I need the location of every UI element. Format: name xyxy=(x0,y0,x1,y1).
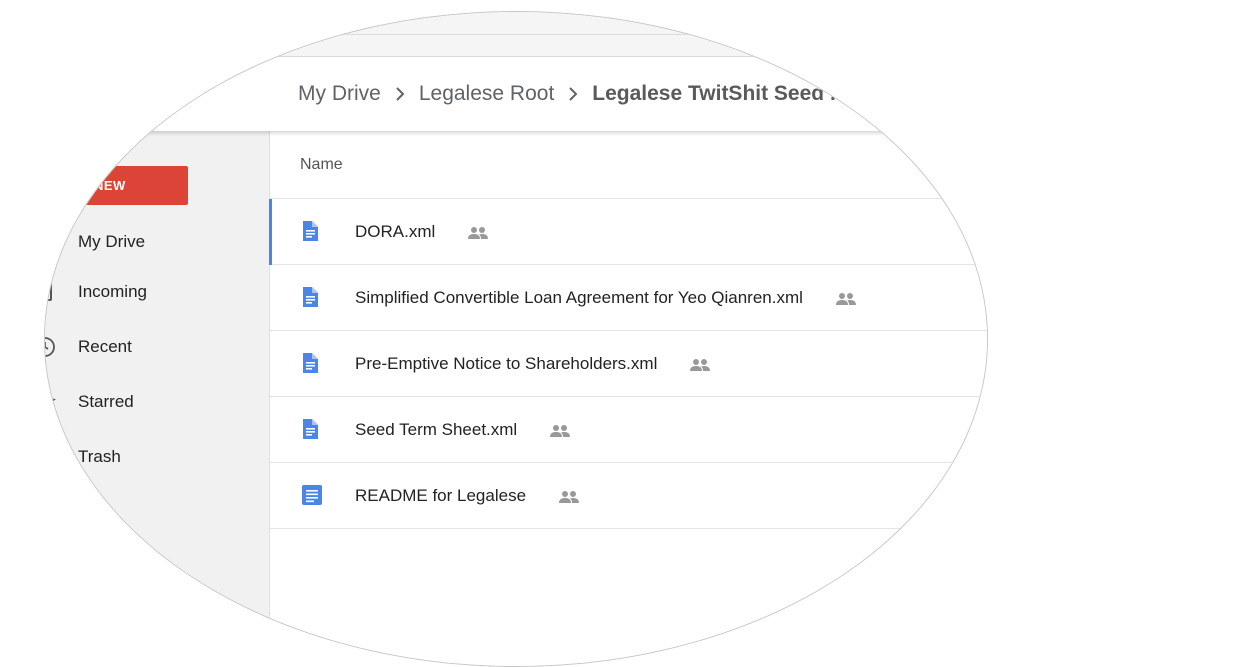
chevron-right-icon xyxy=(554,79,592,109)
file-icon xyxy=(301,418,323,442)
file-name: README for Legalese xyxy=(355,485,527,505)
shared-people-icon xyxy=(558,489,580,504)
star-icon xyxy=(45,391,56,413)
breadcrumb-legalese-root[interactable]: Legalese Root xyxy=(419,82,554,106)
drive-icon xyxy=(45,231,56,253)
file-name: Simplified Convertible Loan Agreement fo… xyxy=(355,287,803,307)
file-name: Pre-Emptive Notice to Shareholders.xml xyxy=(355,353,658,373)
file-name-cell: README for Legalese xyxy=(355,486,580,506)
sidebar-item-recent[interactable]: Recent xyxy=(45,327,269,367)
breadcrumb-my-drive[interactable]: My Drive xyxy=(298,82,381,106)
sidebar-item-label: Trash xyxy=(78,447,121,466)
table-row[interactable]: Pre-Emptive Notice to Shareholders.xml xyxy=(270,331,987,397)
docs-icon xyxy=(301,484,323,508)
file-icon xyxy=(301,220,323,244)
file-name-cell: DORA.xml xyxy=(355,222,489,242)
file-name-cell: Pre-Emptive Notice to Shareholders.xml xyxy=(355,354,711,374)
sidebar-item-incoming[interactable]: Incoming xyxy=(45,272,269,312)
sidebar-item-label: Starred xyxy=(78,392,134,411)
chevron-right-icon xyxy=(381,79,419,109)
incoming-icon xyxy=(45,281,56,303)
column-header: Name xyxy=(270,131,987,199)
sidebar-item-my-drive[interactable]: My Drive xyxy=(45,222,269,262)
new-button[interactable]: NEW xyxy=(60,166,188,205)
table-row[interactable]: DORA.xml xyxy=(269,199,987,265)
divider xyxy=(45,34,987,35)
sidebar-item-label: My Drive xyxy=(78,232,146,251)
clock-icon xyxy=(45,336,56,358)
table-row[interactable]: README for Legalese xyxy=(270,463,987,529)
magnified-view: My Drive Legalese Root Legalese TwitShit… xyxy=(45,12,987,666)
file-name: DORA.xml xyxy=(355,221,436,241)
trash-icon xyxy=(45,446,56,468)
table-row[interactable]: Simplified Convertible Loan Agreement fo… xyxy=(270,265,987,331)
file-list: Name DORA.xml Simplified Convertible Loa… xyxy=(269,131,987,666)
sidebar-item-label: Incoming xyxy=(78,282,147,301)
file-name: Seed Term Sheet.xml xyxy=(355,419,518,439)
breadcrumb-bar: My Drive Legalese Root Legalese TwitShit… xyxy=(45,57,987,131)
sidebar-item-starred[interactable]: Starred xyxy=(45,382,269,422)
sidebar: NEW My Drive Incoming Recent Starred Tra… xyxy=(45,131,270,666)
breadcrumb-current-folder[interactable]: Legalese TwitShit Seed . xyxy=(592,82,836,106)
shared-people-icon xyxy=(689,357,711,372)
shared-people-icon xyxy=(835,291,857,306)
shared-people-icon xyxy=(549,423,571,438)
file-name-cell: Seed Term Sheet.xml xyxy=(355,420,571,440)
shared-people-icon xyxy=(467,225,489,240)
breadcrumb: My Drive Legalese Root Legalese TwitShit… xyxy=(298,57,836,131)
table-row[interactable]: Seed Term Sheet.xml xyxy=(270,397,987,463)
file-icon xyxy=(301,286,323,310)
file-name-cell: Simplified Convertible Loan Agreement fo… xyxy=(355,288,857,308)
file-rows: DORA.xml Simplified Convertible Loan Agr… xyxy=(269,199,987,529)
column-name-header[interactable]: Name xyxy=(300,156,343,174)
sidebar-item-trash[interactable]: Trash xyxy=(45,437,269,477)
sidebar-item-label: Recent xyxy=(78,337,132,356)
drive-window: My Drive Legalese Root Legalese TwitShit… xyxy=(45,12,987,666)
file-icon xyxy=(301,352,323,376)
